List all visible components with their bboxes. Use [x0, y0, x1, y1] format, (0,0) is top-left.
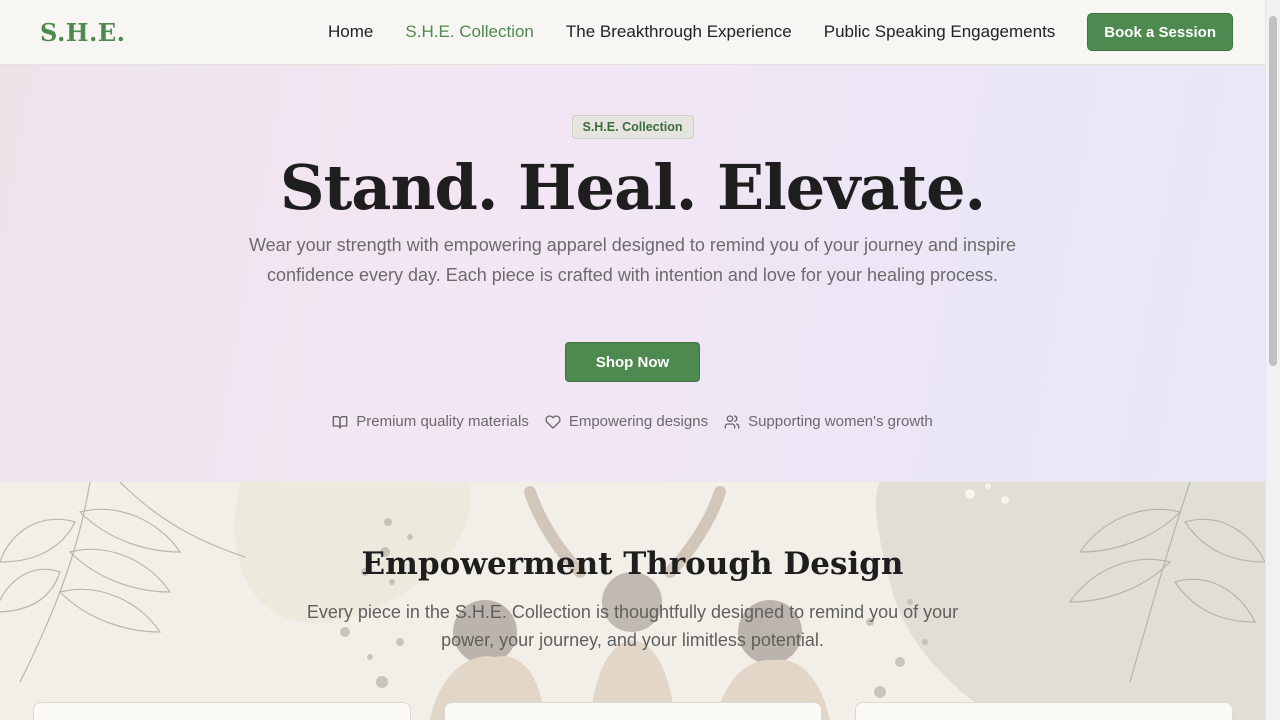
shop-now-button[interactable]: Shop Now: [565, 342, 700, 382]
feature-label: Empowering designs: [568, 413, 709, 430]
section-title: Empowerment Through Design: [361, 546, 904, 582]
heart-icon: [545, 414, 561, 429]
users-icon: [724, 414, 740, 429]
nav-links: Home S.H.E. Collection The Breakthrough …: [296, 13, 1233, 51]
feature-label: Supporting women's growth: [748, 413, 933, 430]
nav-link-home[interactable]: Home: [328, 22, 373, 42]
feature-item: Premium quality materials: [332, 413, 529, 430]
empowerment-section: Empowerment Through Design Every piece i…: [0, 482, 1265, 720]
hero-title: Stand. Heal. Elevate.: [279, 151, 986, 224]
hero-section: S.H.E. Collection Stand. Heal. Elevate. …: [0, 65, 1265, 482]
section-subtitle: Every piece in the S.H.E. Collection is …: [306, 602, 959, 650]
product-card[interactable]: [444, 702, 822, 720]
top-navbar: S.H.E. Home S.H.E. Collection The Breakt…: [0, 0, 1265, 65]
feature-list: Premium quality materials Empowering des…: [0, 413, 1265, 430]
hero-subtitle: Wear your strength with empowering appar…: [248, 235, 1017, 285]
scrollbar-thumb[interactable]: [1269, 16, 1277, 366]
product-card[interactable]: [855, 702, 1233, 720]
page-scrollbar[interactable]: [1265, 0, 1280, 720]
book-session-button[interactable]: Book a Session: [1087, 13, 1233, 51]
collection-badge: S.H.E. Collection: [571, 115, 694, 139]
product-card[interactable]: [33, 702, 411, 720]
site-logo[interactable]: S.H.E.: [40, 18, 126, 47]
feature-item: Supporting women's growth: [724, 413, 933, 430]
feature-label: Premium quality materials: [356, 413, 529, 430]
nav-link-public-speaking[interactable]: Public Speaking Engagements: [824, 22, 1056, 42]
feature-item: Empowering designs: [545, 413, 708, 430]
nav-link-she-collection[interactable]: S.H.E. Collection: [405, 22, 534, 42]
nav-link-breakthrough-experience[interactable]: The Breakthrough Experience: [566, 22, 792, 42]
book-open-icon: [332, 415, 348, 429]
